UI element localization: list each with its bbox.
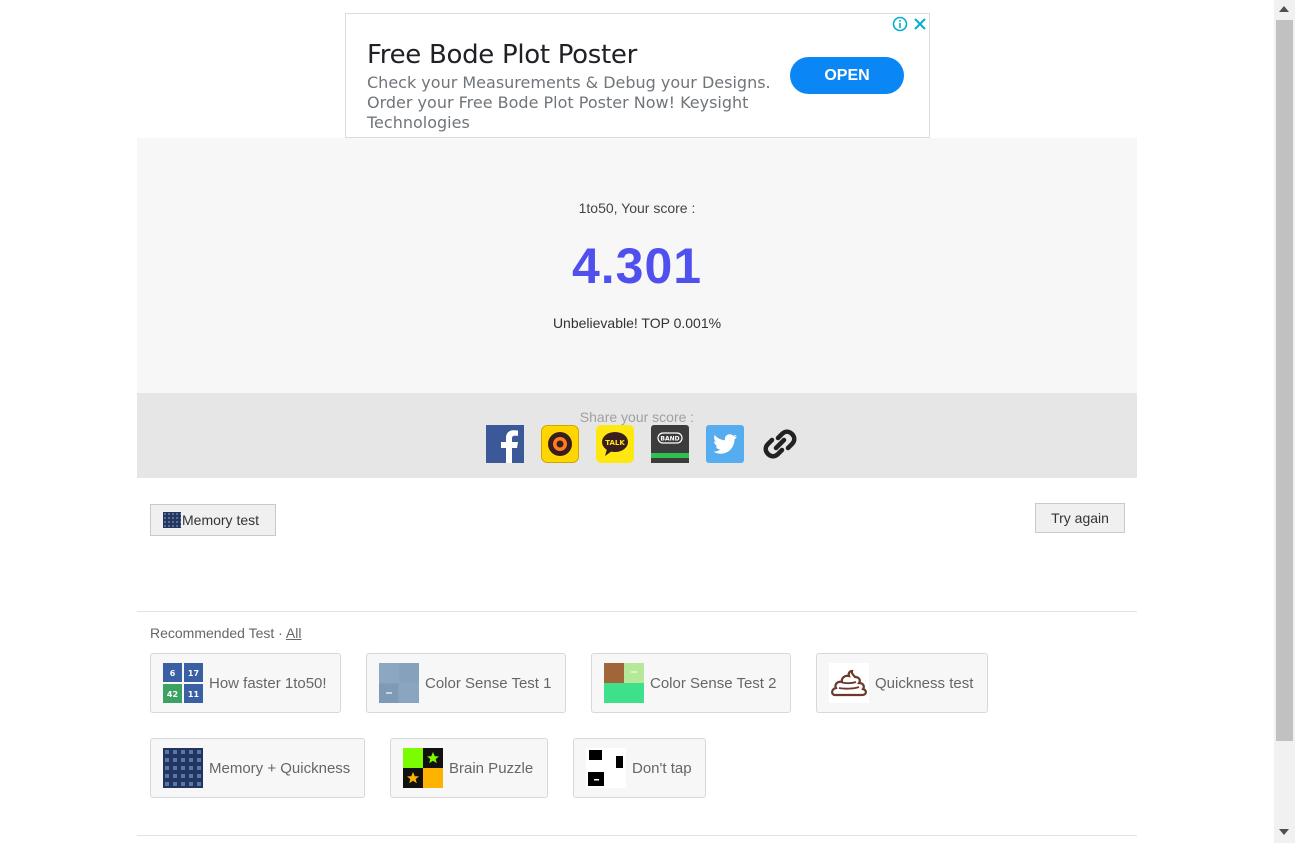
facebook-icon[interactable] — [486, 425, 524, 463]
card-label: Quickness test — [875, 674, 974, 692]
score-value: 4.301 — [571, 238, 703, 294]
card-color-sense-2[interactable]: Color Sense Test 2 — [591, 653, 791, 713]
info-icon[interactable] — [892, 16, 908, 32]
card-quickness[interactable]: Quickness test — [816, 653, 988, 713]
close-icon[interactable] — [912, 16, 928, 32]
score-rank: Unbelievable! TOP 0.001% — [552, 315, 722, 331]
band-icon[interactable]: BAND — [651, 425, 689, 463]
card-label: Color Sense Test 1 — [425, 674, 552, 692]
scrollbar-thumb[interactable] — [1276, 20, 1293, 741]
card-memory-quickness[interactable]: Memory + Quickness — [150, 738, 365, 798]
ad-banner[interactable]: Free Bode Plot Poster Check your Measure… — [345, 13, 930, 138]
ad-open-button[interactable]: OPEN — [790, 57, 904, 94]
card-label: Memory + Quickness — [209, 759, 351, 777]
scrollbar[interactable] — [1274, 0, 1295, 843]
score-panel: 1to50, Your score : 4.301 Unbelievable! … — [137, 138, 1137, 393]
score-label: 1to50, Your score : — [578, 200, 696, 216]
ad-description[interactable]: Check your Measurements & Debug your Des… — [367, 73, 777, 133]
memory-test-button[interactable]: Memory test — [150, 504, 276, 536]
card-1to50[interactable]: 6 17 42 11 How faster 1to50! — [150, 653, 341, 713]
link-icon[interactable] — [761, 425, 799, 463]
brain-puzzle-thumbnail-icon — [403, 748, 443, 788]
twitter-icon[interactable] — [706, 425, 744, 463]
memory-test-thumbnail-icon — [163, 512, 181, 528]
card-label: Brain Puzzle — [449, 759, 534, 777]
1to50-thumbnail-icon: 6 17 42 11 — [163, 663, 203, 703]
svg-text:BAND: BAND — [660, 436, 679, 443]
thumb-number: 42 — [167, 690, 178, 699]
recommended-label: Recommended Test · — [150, 625, 286, 641]
share-panel: Share your score : TALK BAND — [137, 393, 1137, 478]
memory-test-label: Memory test — [182, 512, 260, 528]
scroll-down-arrow-icon[interactable] — [1279, 829, 1289, 835]
card-color-sense-1[interactable]: Color Sense Test 1 — [366, 653, 566, 713]
scroll-up-arrow-icon[interactable] — [1279, 6, 1289, 12]
card-dont-tap[interactable]: Don't tap — [573, 738, 706, 798]
card-label: Don't tap — [632, 759, 692, 777]
dont-tap-thumbnail-icon — [586, 748, 626, 788]
poop-icon — [829, 663, 869, 703]
all-link[interactable]: All — [286, 625, 302, 641]
card-label: How faster 1to50! — [209, 674, 327, 692]
thumb-number: 11 — [188, 690, 200, 699]
share-icons: TALK BAND — [486, 425, 799, 463]
svg-text:TALK: TALK — [605, 439, 625, 447]
card-brain-puzzle[interactable]: Brain Puzzle — [390, 738, 548, 798]
ad-title[interactable]: Free Bode Plot Poster — [367, 40, 637, 70]
thumb-number: 6 — [170, 669, 176, 678]
color-sense-1-thumbnail-icon — [379, 663, 419, 703]
divider-top — [137, 611, 1137, 612]
try-again-button[interactable]: Try again — [1035, 503, 1125, 533]
thumb-number: 17 — [188, 669, 199, 678]
share-label: Share your score : — [579, 409, 695, 425]
divider-bottom — [137, 835, 1137, 836]
card-label: Color Sense Test 2 — [650, 674, 777, 692]
memory-quickness-thumbnail-icon — [163, 748, 203, 788]
recommended-title: Recommended Test · All — [150, 625, 301, 641]
color-sense-2-thumbnail-icon — [604, 663, 644, 703]
kakaotalk-icon[interactable]: TALK — [596, 425, 634, 463]
page: Free Bode Plot Poster Check your Measure… — [0, 0, 1295, 843]
kakaostory-icon[interactable] — [541, 425, 579, 463]
